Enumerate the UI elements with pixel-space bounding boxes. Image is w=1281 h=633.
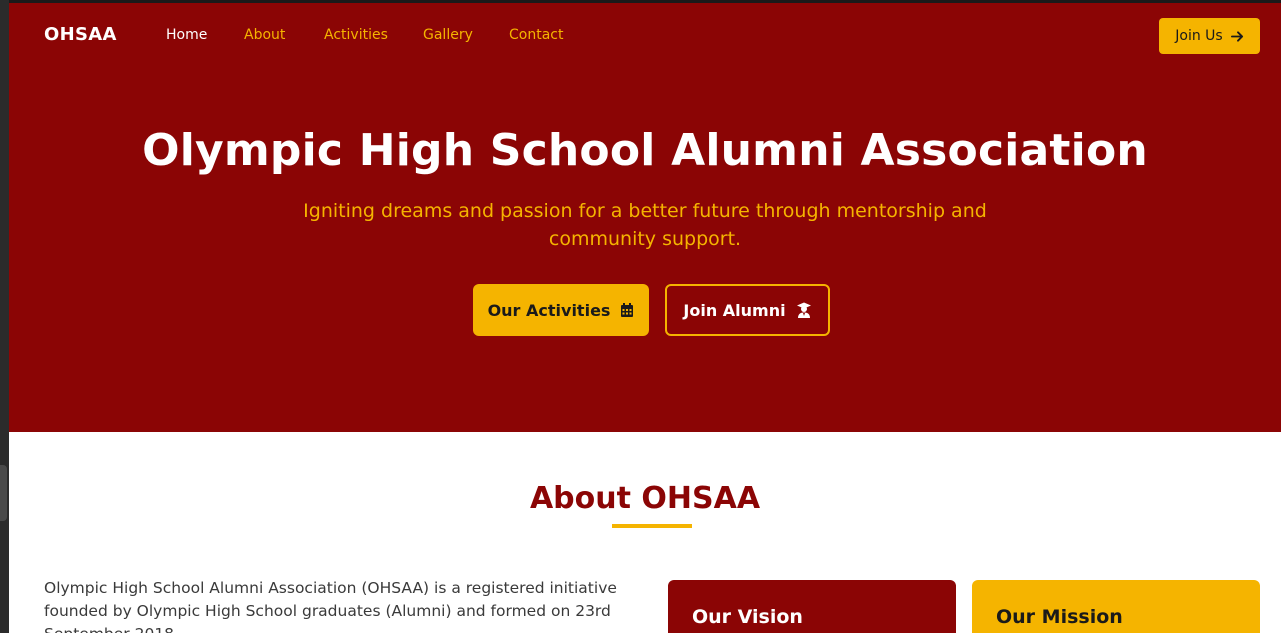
nav-link-gallery[interactable]: Gallery (423, 27, 473, 43)
join-alumni-label: Join Alumni (683, 300, 786, 320)
our-activities-label: Our Activities (487, 300, 611, 320)
nav-link-activities[interactable]: Activities (324, 27, 388, 43)
site-logo[interactable]: OHSAA (44, 24, 117, 45)
side-panel-tab[interactable] (0, 465, 7, 521)
join-us-button[interactable]: Join Us (1159, 18, 1260, 54)
about-description: Olympic High School Alumni Association (… (44, 579, 617, 633)
title-underline (612, 524, 692, 528)
nav-link-home[interactable]: Home (166, 27, 207, 43)
nav-link-contact[interactable]: Contact (509, 27, 563, 43)
vision-card: Our Vision (668, 580, 956, 633)
our-activities-button[interactable]: Our Activities (473, 284, 649, 336)
hero-title: Olympic High School Alumni Association (142, 125, 1148, 176)
join-alumni-button[interactable]: Join Alumni (665, 284, 830, 336)
hero-section: OHSAA Home About Activities Gallery Cont… (9, 3, 1281, 432)
nav-link-about[interactable]: About (244, 27, 285, 43)
about-section-title: About OHSAA (529, 481, 761, 516)
graduate-icon (796, 302, 812, 318)
page: OHSAA Home About Activities Gallery Cont… (9, 3, 1281, 633)
vision-card-title: Our Vision (692, 606, 803, 628)
calendar-icon (620, 302, 634, 318)
hero-subtitle: Igniting dreams and passion for a better… (303, 200, 987, 250)
mission-card: Our Mission (972, 580, 1260, 633)
browser-left-edge (0, 0, 9, 633)
navbar: OHSAA Home About Activities Gallery Cont… (9, 3, 1281, 69)
mission-card-title: Our Mission (996, 606, 1123, 628)
arrow-right-icon (1230, 30, 1244, 43)
join-us-label: Join Us (1175, 28, 1223, 44)
